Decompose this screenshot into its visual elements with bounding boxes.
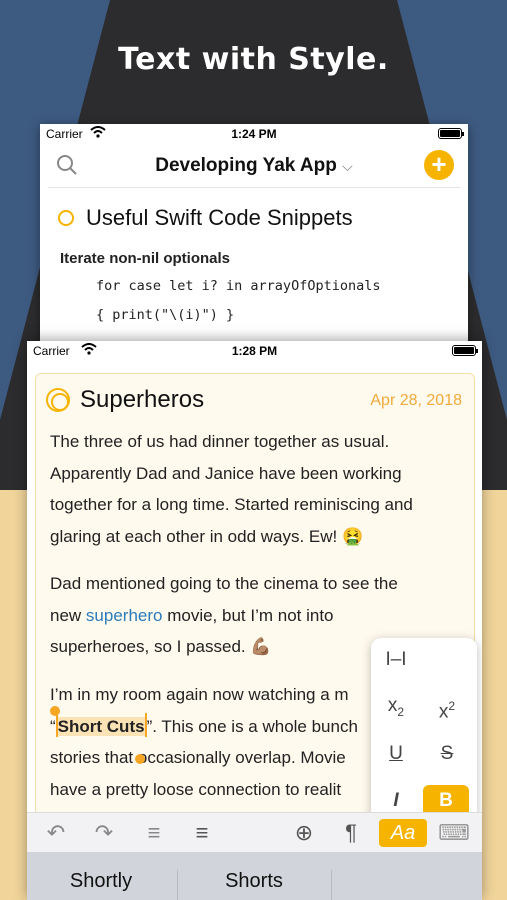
outdent-button[interactable]: ≡ (139, 819, 169, 847)
navigation-bar: Developing Yak App ⌵ + (48, 144, 460, 188)
document-title-label: Useful Swift Code Snippets (86, 205, 353, 230)
project-title-label: Developing Yak App (155, 155, 337, 176)
note-title[interactable]: Superheros (46, 386, 204, 414)
chevron-down-icon: ⌵ (342, 158, 353, 174)
superscript-button[interactable]: x2 (427, 690, 467, 722)
keyboard-suggestions-bar: Shortly Shorts (27, 852, 482, 900)
promo-headline: Text with Style. (118, 42, 389, 77)
subscript-button[interactable]: x2 (376, 690, 416, 722)
status-time: 1:24 PM (231, 127, 277, 141)
text-line: Dad mentioned going to the cinema to see… (50, 574, 398, 593)
note-title-label: Superheros (80, 386, 205, 413)
code-line: for case let i? in arrayOfOptionals (96, 278, 381, 294)
selected-text[interactable]: Short Cuts (57, 716, 145, 736)
subscript-digit: 2 (397, 704, 405, 719)
status-bar: Carrier 1:24 PM (40, 124, 468, 144)
text-line: glaring at each other in odd ways. Ew! 🤮 (50, 526, 364, 546)
battery-icon (452, 345, 478, 356)
text-line: together for a long time. Started remini… (50, 495, 413, 514)
pilcrow-button[interactable]: ¶ (339, 819, 363, 847)
subscript-base: x (387, 695, 398, 716)
battery-icon (438, 128, 464, 139)
strikethrough-button[interactable]: S (427, 738, 467, 770)
text-span: movie, but I’m not into (162, 605, 334, 625)
back-phone-screen: Carrier 1:24 PM Developing Yak App ⌵ + U… (40, 124, 468, 354)
suggestion-divider (177, 870, 178, 900)
status-bar: Carrier 1:28 PM (27, 341, 482, 361)
suggestion-divider (331, 870, 332, 900)
format-popover: I–I x2 x2 U S I B (371, 638, 477, 832)
selection-end-knob[interactable] (135, 754, 145, 764)
code-line: { print("\(i)") } (96, 307, 235, 323)
suggestion-item[interactable]: Shorts (179, 852, 329, 900)
text-line: The three of us had dinner together as u… (50, 432, 390, 451)
text-line: Apparently Dad and Janice have been work… (50, 463, 402, 483)
text-style-button[interactable]: Aa (379, 819, 427, 847)
note-card: Superheros Apr 28, 2018 The three of us … (35, 373, 477, 833)
redo-button[interactable]: ↷ (89, 819, 119, 847)
superscript-digit: 2 (448, 699, 456, 713)
note-paragraph[interactable]: The three of us had dinner together as u… (50, 426, 470, 552)
superhero-link[interactable]: superhero (86, 606, 163, 625)
suggestion-item[interactable]: Shortly (27, 852, 175, 900)
keyboard-icon[interactable]: ⌨ (437, 819, 471, 847)
document-title[interactable]: Useful Swift Code Snippets (58, 205, 353, 231)
section-heading: Iterate non-nil optionals (60, 250, 231, 267)
text-span: ”. This one is a whole bunch (146, 716, 358, 736)
text-line: new superhero movie, but I’m not into (50, 600, 470, 632)
status-time: 1:28 PM (231, 344, 278, 358)
double-circle-icon (46, 388, 70, 412)
underline-button[interactable]: U (376, 738, 416, 770)
note-date: Apr 28, 2018 (370, 392, 462, 409)
add-button[interactable]: + (424, 150, 454, 180)
circle-icon (58, 210, 74, 226)
monospace-button[interactable]: I–I (376, 644, 416, 676)
project-title[interactable]: Developing Yak App ⌵ (48, 155, 460, 177)
add-circle-button[interactable]: ⊕ (289, 819, 319, 847)
editor-toolbar: ↶ ↷ ≡ ≡ ⊕ ¶ Aa ⌨ (27, 812, 482, 852)
superscript-base: x (438, 701, 449, 723)
text-span: new (50, 605, 86, 625)
undo-button[interactable]: ↶ (41, 819, 71, 847)
front-phone-screen: Carrier 1:28 PM Superheros Apr 28, 2018 … (27, 341, 482, 900)
indent-button[interactable]: ≡ (187, 819, 217, 847)
selection-start-knob[interactable] (50, 706, 60, 716)
